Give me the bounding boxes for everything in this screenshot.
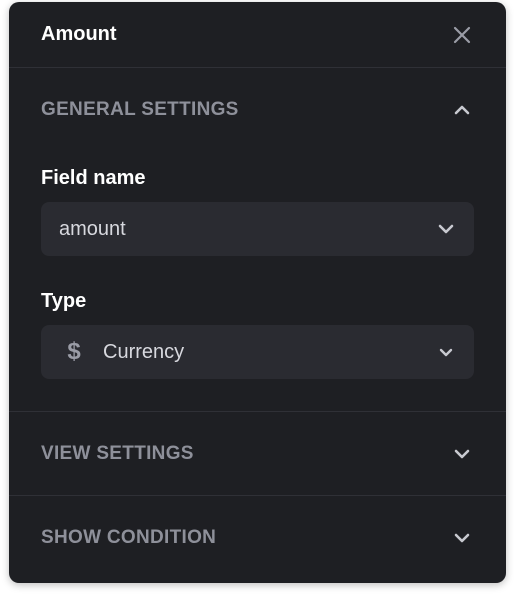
- general-settings-toggle[interactable]: GENERAL SETTINGS: [9, 68, 506, 151]
- view-settings-title: VIEW SETTINGS: [41, 442, 194, 464]
- chevron-down-icon[interactable]: [450, 442, 474, 466]
- show-condition-toggle[interactable]: SHOW CONDITION: [9, 496, 506, 579]
- general-settings-section: GENERAL SETTINGS Field name amount Type: [9, 68, 506, 412]
- type-label: Type: [41, 290, 87, 312]
- show-condition-title: SHOW CONDITION: [41, 526, 217, 548]
- field-name-select[interactable]: amount: [41, 202, 474, 256]
- view-settings-toggle[interactable]: VIEW SETTINGS: [9, 412, 506, 495]
- field-name-value: amount: [59, 217, 126, 240]
- type-select-content: $ Currency: [59, 338, 184, 366]
- view-settings-section: VIEW SETTINGS: [9, 412, 506, 496]
- chevron-down-icon[interactable]: [450, 526, 474, 550]
- type-select[interactable]: $ Currency: [41, 325, 474, 379]
- field-settings-panel: Amount GENERAL SETTINGS Field name amoun…: [9, 2, 506, 583]
- dollar-icon: $: [67, 338, 81, 365]
- field-name-label: Field name: [41, 167, 146, 189]
- chevron-down-icon: [434, 217, 458, 241]
- general-settings-body: Field name amount Type $ Currency: [9, 167, 506, 411]
- show-condition-section: SHOW CONDITION: [9, 496, 506, 579]
- general-settings-title: GENERAL SETTINGS: [41, 98, 239, 120]
- chevron-up-icon[interactable]: [450, 98, 474, 122]
- chevron-down-icon: [434, 340, 458, 364]
- close-icon[interactable]: [450, 23, 474, 47]
- panel-header: Amount: [9, 2, 506, 68]
- panel-title: Amount: [41, 23, 117, 45]
- type-value: Currency: [103, 340, 185, 363]
